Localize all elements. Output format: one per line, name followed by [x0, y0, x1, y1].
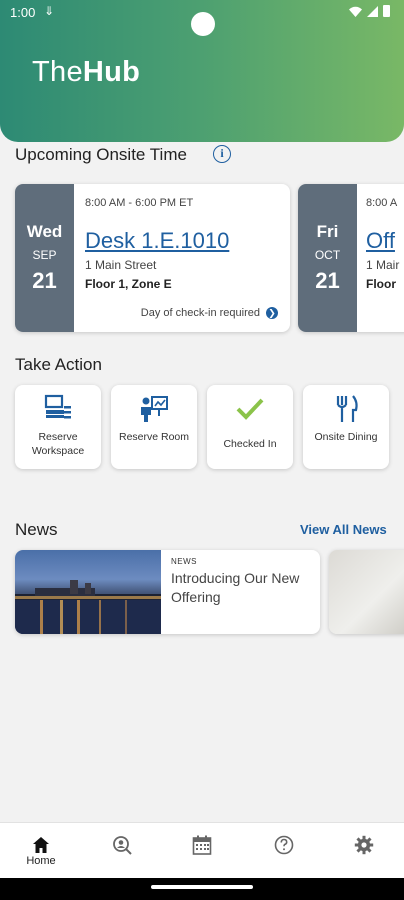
- action-label: Reserve Room: [118, 431, 190, 443]
- status-time: 1:00: [10, 5, 36, 20]
- action-label: Checked In: [223, 438, 277, 450]
- fork-knife-icon: [336, 395, 358, 422]
- desk-link[interactable]: Desk 1.E.1010: [85, 228, 229, 254]
- onsite-card[interactable]: Wed SEP 21 8:00 AM - 6:00 PM ET Desk 1.E…: [15, 184, 290, 332]
- action-label: Reserve Workspace: [31, 431, 85, 457]
- nav-label: Home: [26, 855, 56, 867]
- onsite-dining-button[interactable]: Onsite Dining: [303, 385, 389, 469]
- status-icons: [349, 5, 390, 17]
- desk-link[interactable]: Off: [366, 228, 395, 254]
- news-title: Introducing Our New Offering: [171, 570, 300, 605]
- brand-part2: Hub: [82, 56, 141, 88]
- news-section-title: News: [15, 520, 58, 539]
- news-image: [15, 550, 161, 634]
- presentation-room-icon: [141, 396, 168, 422]
- system-nav-bar: [0, 878, 404, 900]
- reservation-time: 8:00 A: [366, 197, 398, 209]
- reservation-floor: Floor 1, Zone E: [85, 277, 172, 291]
- bottom-navigation: Home: [0, 822, 404, 878]
- reservation-time: 8:00 AM - 6:00 PM ET: [85, 197, 194, 209]
- home-icon: [33, 837, 49, 853]
- nav-help[interactable]: [244, 823, 324, 879]
- brand-part1: The: [32, 56, 83, 88]
- reservation-address: 1 Mair: [366, 258, 400, 272]
- date-panel: Fri OCT 21: [298, 184, 357, 332]
- search-person-icon: [113, 836, 132, 855]
- checkin-note[interactable]: Day of check-in required ❯: [141, 307, 278, 319]
- date-month: OCT: [314, 248, 341, 262]
- reservation-address: 1 Main Street: [85, 258, 157, 272]
- nav-search-people[interactable]: [82, 823, 162, 879]
- workspace-icon: [44, 394, 71, 419]
- reservation-floor: Floor: [366, 277, 396, 291]
- help-icon: [274, 835, 294, 855]
- wifi-icon: [349, 6, 362, 17]
- nav-home[interactable]: Home: [1, 823, 81, 879]
- nav-settings[interactable]: [324, 823, 404, 879]
- nav-calendar[interactable]: [162, 823, 242, 879]
- onsite-section-title: Upcoming Onsite Time: [15, 145, 187, 164]
- checkmark-icon: [236, 398, 264, 420]
- checkin-note-text: Day of check-in required: [140, 307, 260, 319]
- date-panel: Wed SEP 21: [15, 184, 74, 332]
- onsite-card[interactable]: Fri OCT 21 8:00 A Off 1 Mair Floor: [298, 184, 404, 332]
- gear-icon: [354, 835, 374, 855]
- view-all-news-link[interactable]: View All News: [300, 522, 387, 537]
- camera-cutout: [191, 12, 215, 36]
- date-day: 21: [315, 268, 340, 293]
- news-tag: NEWS: [171, 557, 197, 566]
- reserve-room-button[interactable]: Reserve Room: [111, 385, 197, 469]
- date-day: 21: [32, 268, 57, 293]
- battery-icon: [383, 5, 390, 17]
- action-label: Onsite Dining: [314, 431, 378, 443]
- news-card[interactable]: [329, 550, 404, 634]
- calendar-icon: [192, 835, 212, 855]
- date-month: SEP: [32, 248, 57, 262]
- sync-icon: ⇓: [44, 4, 55, 18]
- checked-in-button[interactable]: Checked In: [207, 385, 293, 469]
- news-card[interactable]: NEWS Introducing Our New Offering: [15, 550, 320, 634]
- home-indicator[interactable]: [151, 885, 253, 889]
- take-action-title: Take Action: [15, 355, 102, 374]
- city-skyline-image: [15, 580, 161, 634]
- arrow-right-icon: ❯: [266, 307, 278, 319]
- date-weekday: Wed: [26, 222, 63, 241]
- app-logo: TheHub: [32, 56, 140, 89]
- signal-icon: [367, 5, 378, 17]
- reserve-workspace-button[interactable]: Reserve Workspace: [15, 385, 101, 469]
- info-icon[interactable]: i: [213, 145, 231, 163]
- date-weekday: Fri: [316, 222, 339, 241]
